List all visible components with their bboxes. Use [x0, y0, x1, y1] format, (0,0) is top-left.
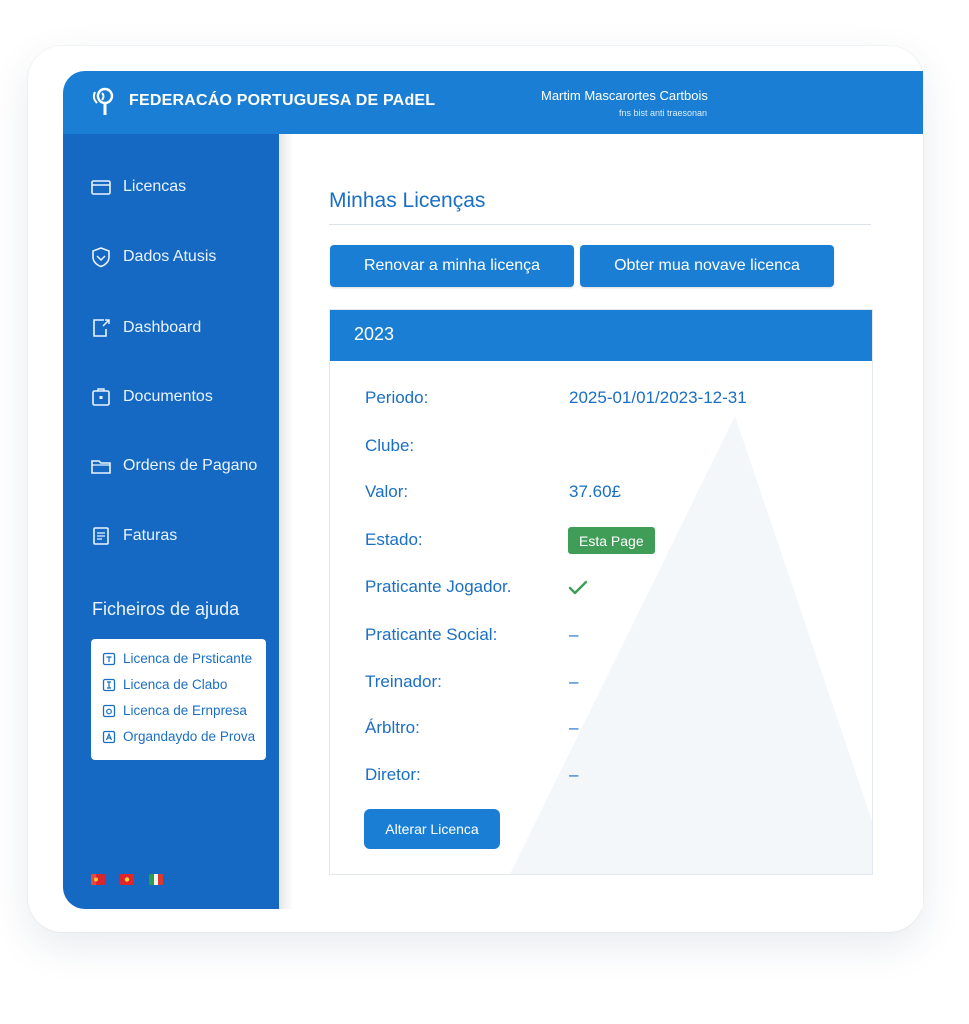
- export-icon: [93, 319, 110, 337]
- sidebar-item-faturas[interactable]: Faturas: [90, 522, 177, 550]
- document-box-icon: [92, 388, 110, 406]
- license-panel-header: 2023: [330, 310, 872, 361]
- social-value: –: [569, 625, 579, 644]
- help-files-box: Licenca de Prsticante Licenca de Clabo L…: [91, 639, 266, 760]
- status-badge: Esta Page: [568, 527, 655, 554]
- help-item-label: Licenca de Clabo: [123, 677, 228, 692]
- file-icon: [102, 652, 116, 665]
- app-window: FEDERACÁO PORTUGUESA DE PAdEL Martim Mas…: [63, 71, 923, 909]
- file-icon: [102, 704, 116, 717]
- social-label: Praticante Social:: [365, 625, 498, 644]
- sidebar-item-ordens[interactable]: Ordens de Pagano: [90, 452, 257, 480]
- help-files-title: Ficheiros de ajuda: [92, 599, 240, 619]
- player-label: Praticante Jogador.: [365, 577, 512, 596]
- sidebar-item-licencas[interactable]: Licencas: [90, 173, 186, 201]
- alter-license-button[interactable]: Alterar Licenca: [364, 809, 500, 849]
- sidebar-item-label: Ordens de Pagano: [123, 457, 258, 474]
- language-flags: [91, 874, 178, 885]
- flag-icon[interactable]: [120, 874, 134, 885]
- brand-title: FEDERACÁO PORTUGUESA DE PAdEL: [129, 92, 436, 109]
- director-value: –: [569, 765, 579, 784]
- file-icon: [102, 730, 116, 743]
- file-icon: [102, 678, 116, 691]
- referee-value: –: [569, 718, 579, 737]
- help-item-label: Organdaydo de Prova: [123, 729, 256, 744]
- folder-icon: [91, 460, 111, 474]
- club-label: Clube:: [365, 436, 415, 455]
- new-license-button[interactable]: Obter mua novave licenca: [580, 245, 834, 287]
- federation-logo-icon: [92, 87, 114, 115]
- referee-label: Árbltro:: [365, 718, 420, 737]
- sidebar: Licencas Dados Atusis Dashboard Document…: [63, 134, 279, 909]
- coach-value: –: [569, 672, 579, 691]
- sidebar-shadow: [279, 134, 293, 909]
- flag-icon[interactable]: [91, 874, 105, 885]
- coach-label: Treinador:: [365, 672, 442, 691]
- sidebar-item-label: Dados Atusis: [123, 248, 217, 265]
- italy-flag-icon[interactable]: [149, 874, 163, 885]
- user-subtitle: fns bist anti traesonan: [619, 108, 708, 118]
- user-name[interactable]: Martim Mascarortes Cartbois: [541, 88, 708, 103]
- license-panel: 2023 Periodo: 2025-01/01/2023-12-31 Club…: [329, 309, 873, 875]
- director-label: Diretor:: [365, 765, 421, 784]
- help-item-label: Licenca de Ernpresa: [123, 703, 247, 718]
- period-value: 2025-01/01/2023-12-31: [569, 388, 747, 407]
- shield-icon: [92, 247, 110, 268]
- title-divider: [329, 224, 871, 225]
- sidebar-item-documentos[interactable]: Documentos: [90, 383, 213, 411]
- briefcase-icon: [91, 180, 111, 195]
- sidebar-item-label: Dashboard: [123, 319, 202, 336]
- help-item-empresa[interactable]: Licenca de Ernpresa: [102, 703, 247, 718]
- help-item-prova[interactable]: Organdaydo de Prova: [102, 729, 255, 744]
- sidebar-item-label: Faturas: [123, 527, 178, 544]
- check-icon: [568, 580, 588, 595]
- sidebar-item-label: Licencas: [123, 178, 187, 195]
- price-value: 37.60£: [569, 482, 621, 501]
- period-label: Periodo:: [365, 388, 429, 407]
- license-year: 2023: [354, 324, 395, 344]
- invoice-icon: [93, 527, 109, 545]
- help-item-label: Licenca de Prsticante: [123, 651, 253, 666]
- help-item-clabo[interactable]: Licenca de Clabo: [102, 677, 227, 692]
- value-label: Valor:: [365, 482, 409, 501]
- top-header: FEDERACÁO PORTUGUESA DE PAdEL Martim Mas…: [63, 71, 923, 134]
- sidebar-item-dados-atusis[interactable]: Dados Atusis: [90, 243, 216, 271]
- sidebar-item-label: Documentos: [123, 388, 213, 405]
- renew-license-button[interactable]: Renovar a minha licença: [330, 245, 574, 287]
- status-label: Estado:: [365, 530, 423, 549]
- help-item-praticante[interactable]: Licenca de Prsticante: [102, 651, 252, 666]
- sidebar-item-dashboard[interactable]: Dashboard: [90, 314, 201, 342]
- page-title: Minhas Licenças: [329, 189, 486, 212]
